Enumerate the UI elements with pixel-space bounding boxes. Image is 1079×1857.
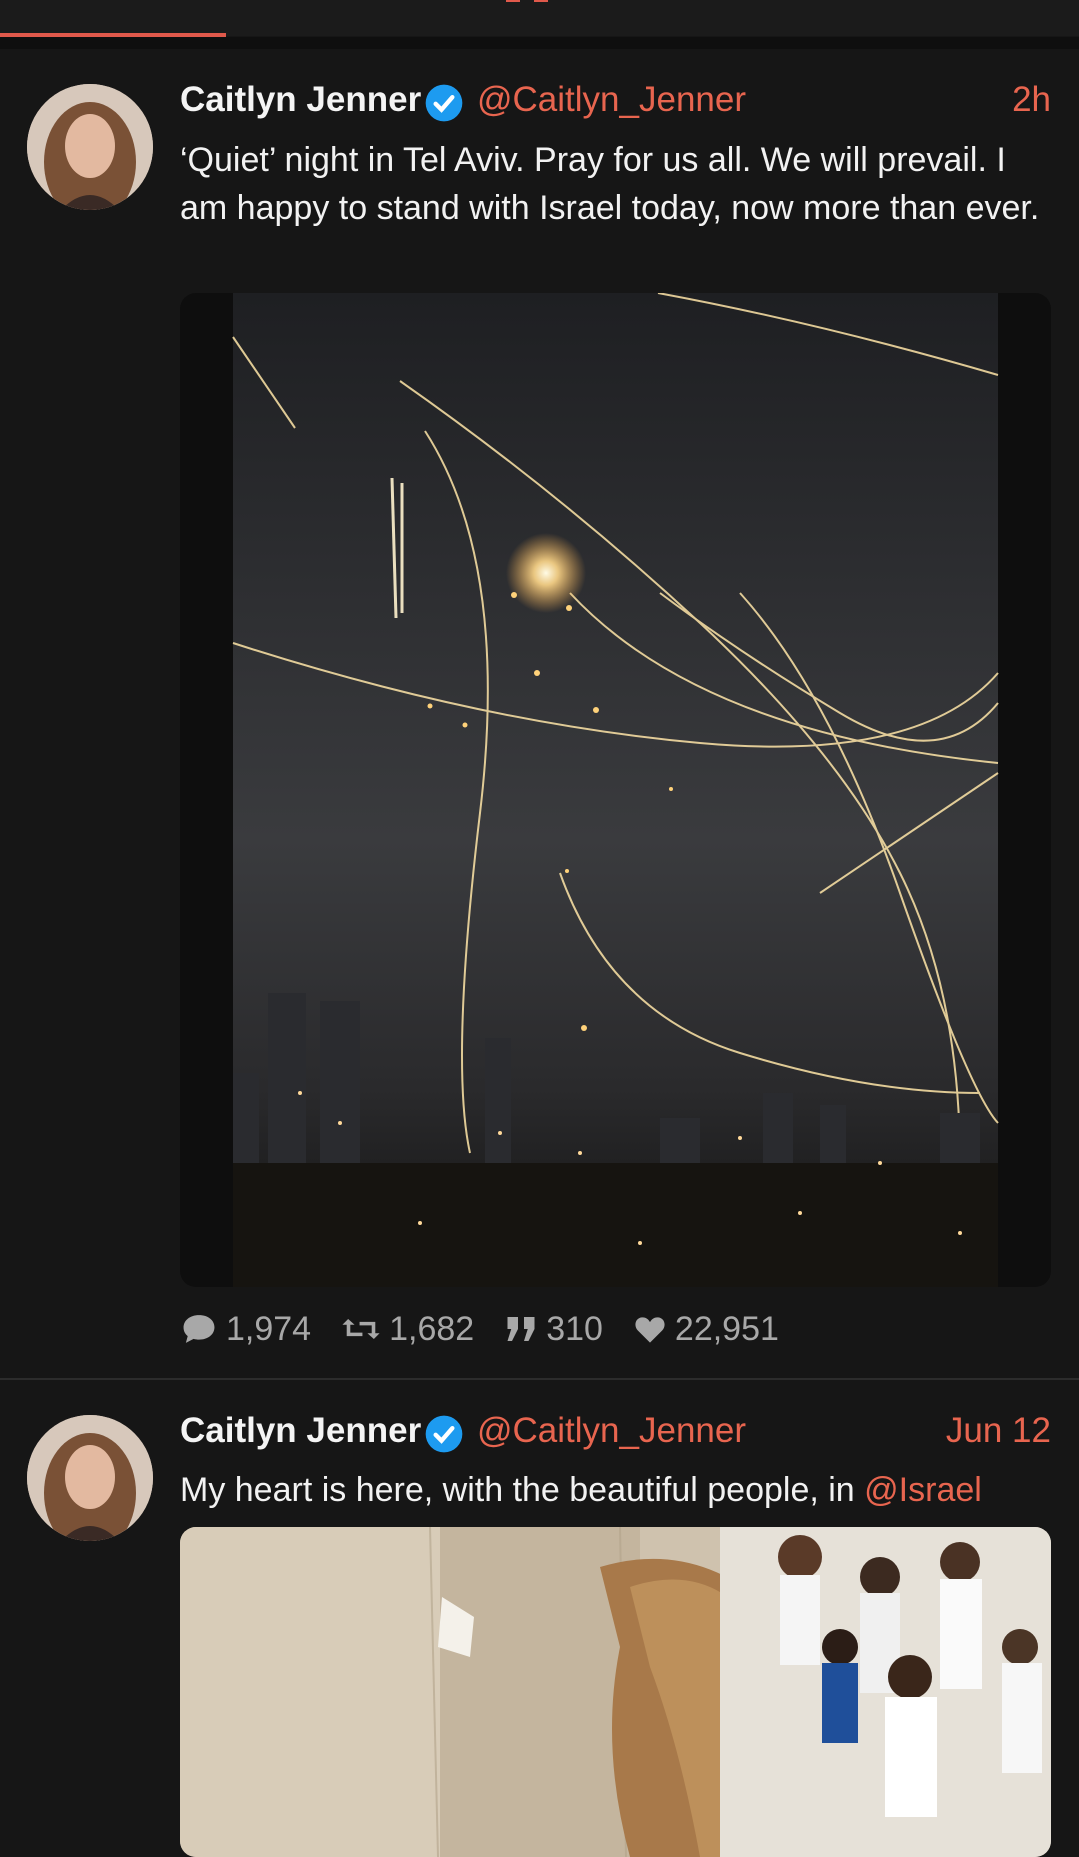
like-stat[interactable]: 22,951 (633, 1310, 779, 1349)
reply-icon (183, 1315, 215, 1343)
tweet-stats: 1,974 1,682 310 22,951 (180, 1305, 809, 1353)
top-bar (0, 0, 1079, 36)
quote-icon (507, 1317, 535, 1341)
header-divider (0, 37, 1079, 49)
tweet-separator (0, 1378, 1079, 1380)
reply-count: 1,974 (226, 1309, 312, 1348)
author-name[interactable]: Caitlyn Jenner (180, 80, 421, 120)
avatar[interactable] (27, 1415, 153, 1541)
tweet-text: ‘Quiet’ night in Tel Aviv. Pray for us a… (180, 141, 1040, 227)
tweet-image[interactable] (180, 1527, 1051, 1857)
repost-stat[interactable]: 1,682 (341, 1310, 474, 1349)
tweet-image[interactable] (180, 293, 1051, 1287)
repost-count: 1,682 (389, 1309, 475, 1348)
quote-stat[interactable]: 310 (504, 1310, 603, 1349)
reply-stat[interactable]: 1,974 (180, 1310, 311, 1349)
like-count: 22,951 (674, 1309, 779, 1348)
author-handle[interactable]: @Caitlyn_Jenner (477, 1411, 746, 1451)
quote-count: 310 (546, 1309, 603, 1348)
like-icon (635, 1317, 665, 1343)
avatar[interactable] (27, 84, 153, 210)
author-handle[interactable]: @Caitlyn_Jenner (477, 80, 746, 120)
tweet-time[interactable]: Jun 12 (946, 1411, 1051, 1451)
tweet-time[interactable]: 2h (1012, 80, 1051, 120)
nav-icon[interactable] (502, 0, 576, 8)
verified-icon (425, 1415, 463, 1453)
mention-link[interactable]: @Israel (864, 1471, 982, 1509)
repost-icon (342, 1319, 380, 1339)
tweet-text-body: My heart is here, with the beautiful peo… (180, 1471, 865, 1509)
author-name[interactable]: Caitlyn Jenner (180, 1411, 421, 1451)
tweet-text: My heart is here, with the beautiful peo… (180, 1466, 1060, 1514)
verified-icon (425, 84, 463, 122)
